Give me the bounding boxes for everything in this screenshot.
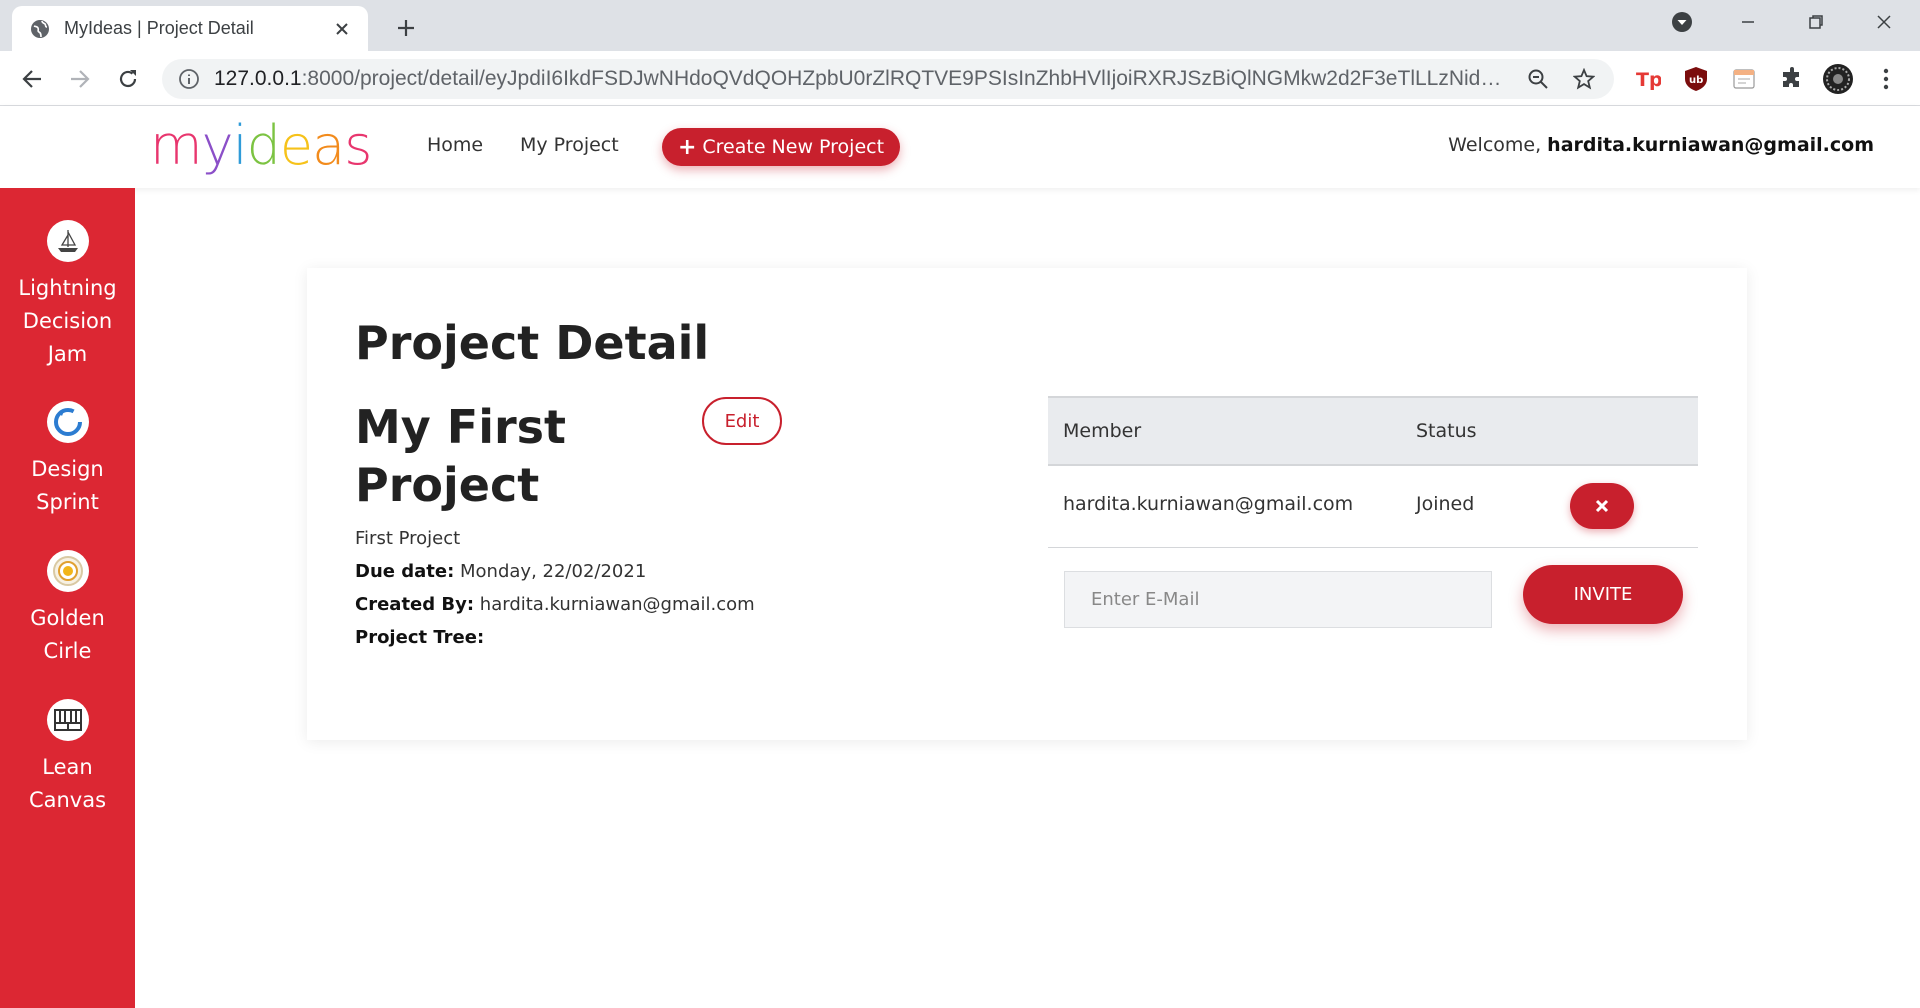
project-description: First Project — [355, 528, 461, 549]
back-icon[interactable] — [14, 61, 50, 97]
close-icon[interactable] — [330, 17, 354, 41]
page-title: Project Detail — [355, 316, 710, 370]
logo-letter: m — [150, 114, 203, 177]
sidebar-item-lean-canvas[interactable]: Lean Canvas — [0, 699, 135, 817]
nav-home[interactable]: Home — [427, 134, 483, 156]
tab-title: MyIdeas | Project Detail — [64, 18, 254, 38]
remove-member-button[interactable] — [1570, 483, 1634, 529]
restore-icon[interactable] — [1794, 6, 1838, 38]
invite-email-input[interactable] — [1064, 571, 1492, 628]
profile-avatar[interactable] — [1822, 63, 1854, 95]
target-icon — [46, 550, 89, 592]
create-new-project-button[interactable]: + Create New Project — [662, 128, 900, 166]
browser-tab[interactable]: MyIdeas | Project Detail — [12, 6, 368, 51]
sidebar-item-lightning-decision-jam[interactable]: Lightning Decision Jam — [0, 220, 135, 371]
url-path: :8000/project/detail/eyJpdiI6IkdFSDJwNHd… — [301, 67, 1510, 90]
extensions-icon[interactable] — [1776, 63, 1808, 95]
create-new-project-label: Create New Project — [702, 136, 885, 158]
url-host: 127.0.0.1 — [214, 67, 302, 90]
svg-text:Tp: Tp — [1636, 69, 1661, 91]
myideas-logo[interactable]: myideas — [150, 114, 372, 177]
window-close-icon[interactable] — [1862, 6, 1906, 38]
sailboat-icon — [46, 220, 89, 262]
due-date-value: Monday, 22/02/2021 — [460, 561, 647, 582]
welcome-message: Welcome, hardita.kurniawan@gmail.com — [1448, 134, 1874, 156]
created-by-row: Created By: hardita.kurniawan@gmail.com — [355, 594, 755, 615]
logo-letter: a — [312, 114, 345, 177]
project-detail-card: Project Detail My First Project Edit Fir… — [307, 268, 1747, 740]
logo-letter: d — [246, 114, 281, 177]
sidebar-item-label: Golden Cirle — [30, 606, 105, 663]
plus-icon: + — [677, 134, 697, 160]
due-date-row: Due date: Monday, 22/02/2021 — [355, 561, 646, 582]
app-navbar: myideas Home My Project + Create New Pro… — [0, 106, 1920, 188]
table-row: hardita.kurniawan@gmail.com Joined — [1048, 466, 1698, 548]
reload-icon[interactable] — [110, 61, 146, 97]
invite-button[interactable]: INVITE — [1523, 565, 1683, 624]
member-status: Joined — [1416, 493, 1475, 515]
edit-button[interactable]: Edit — [702, 397, 782, 445]
project-tree-label: Project Tree: — [355, 627, 485, 648]
close-icon — [1595, 499, 1609, 513]
url-text: 127.0.0.1:8000/project/detail/eyJpdiI6Ik… — [214, 67, 1510, 91]
ublock-icon[interactable]: ub — [1680, 63, 1712, 95]
minimize-icon[interactable] — [1726, 6, 1770, 38]
logo-letter: s — [344, 114, 372, 177]
browser-tabstrip: MyIdeas | Project Detail — [0, 0, 1920, 51]
browser-toolbar: 127.0.0.1:8000/project/detail/eyJpdiI6Ik… — [0, 51, 1920, 106]
globe-icon — [30, 19, 50, 39]
zoom-icon[interactable] — [1520, 61, 1556, 97]
logo-letter: e — [279, 114, 313, 177]
star-icon[interactable] — [1566, 61, 1602, 97]
tp-extension-icon[interactable]: Tp — [1632, 63, 1664, 95]
logo-letter: i — [232, 114, 248, 177]
logo-letter: y — [201, 114, 234, 177]
project-tree-row: Project Tree: — [355, 627, 484, 648]
cycle-icon — [46, 401, 89, 443]
notes-extension-icon[interactable] — [1728, 63, 1760, 95]
grid-icon — [46, 699, 89, 741]
project-name: My First Project — [355, 400, 567, 512]
sidebar-item-design-sprint[interactable]: Design Sprint — [0, 401, 135, 519]
welcome-user: hardita.kurniawan@gmail.com — [1547, 134, 1874, 156]
sidebar-item-golden-cirle[interactable]: Golden Cirle — [0, 550, 135, 668]
nav-my-project[interactable]: My Project — [520, 134, 619, 156]
column-header-status: Status — [1416, 420, 1477, 442]
sidebar-item-label: Lean Canvas — [28, 755, 107, 812]
member-email: hardita.kurniawan@gmail.com — [1063, 493, 1354, 515]
plus-icon[interactable] — [390, 12, 422, 44]
svg-text:ub: ub — [1689, 75, 1703, 86]
info-icon[interactable] — [178, 68, 200, 90]
address-bar[interactable]: 127.0.0.1:8000/project/detail/eyJpdiI6Ik… — [162, 59, 1614, 99]
forward-icon[interactable] — [62, 61, 98, 97]
sidebar-item-label: Design Sprint — [31, 457, 104, 514]
tools-sidebar: Lightning Decision Jam Design Sprint Golden… — [0, 188, 135, 1008]
column-header-member: Member — [1063, 420, 1142, 442]
members-table-header: Member Status — [1048, 396, 1698, 466]
welcome-prefix: Welcome, — [1448, 134, 1548, 156]
created-by-label: Created By: — [355, 594, 475, 615]
tab-search-icon[interactable] — [1660, 6, 1704, 38]
sidebar-item-label: Lightning Decision Jam — [18, 276, 117, 366]
due-date-label: Due date: — [355, 561, 455, 582]
created-by-value: hardita.kurniawan@gmail.com — [479, 594, 755, 615]
members-table: Member Status hardita.kurniawan@gmail.co… — [1048, 396, 1698, 548]
menu-icon[interactable] — [1870, 63, 1902, 95]
